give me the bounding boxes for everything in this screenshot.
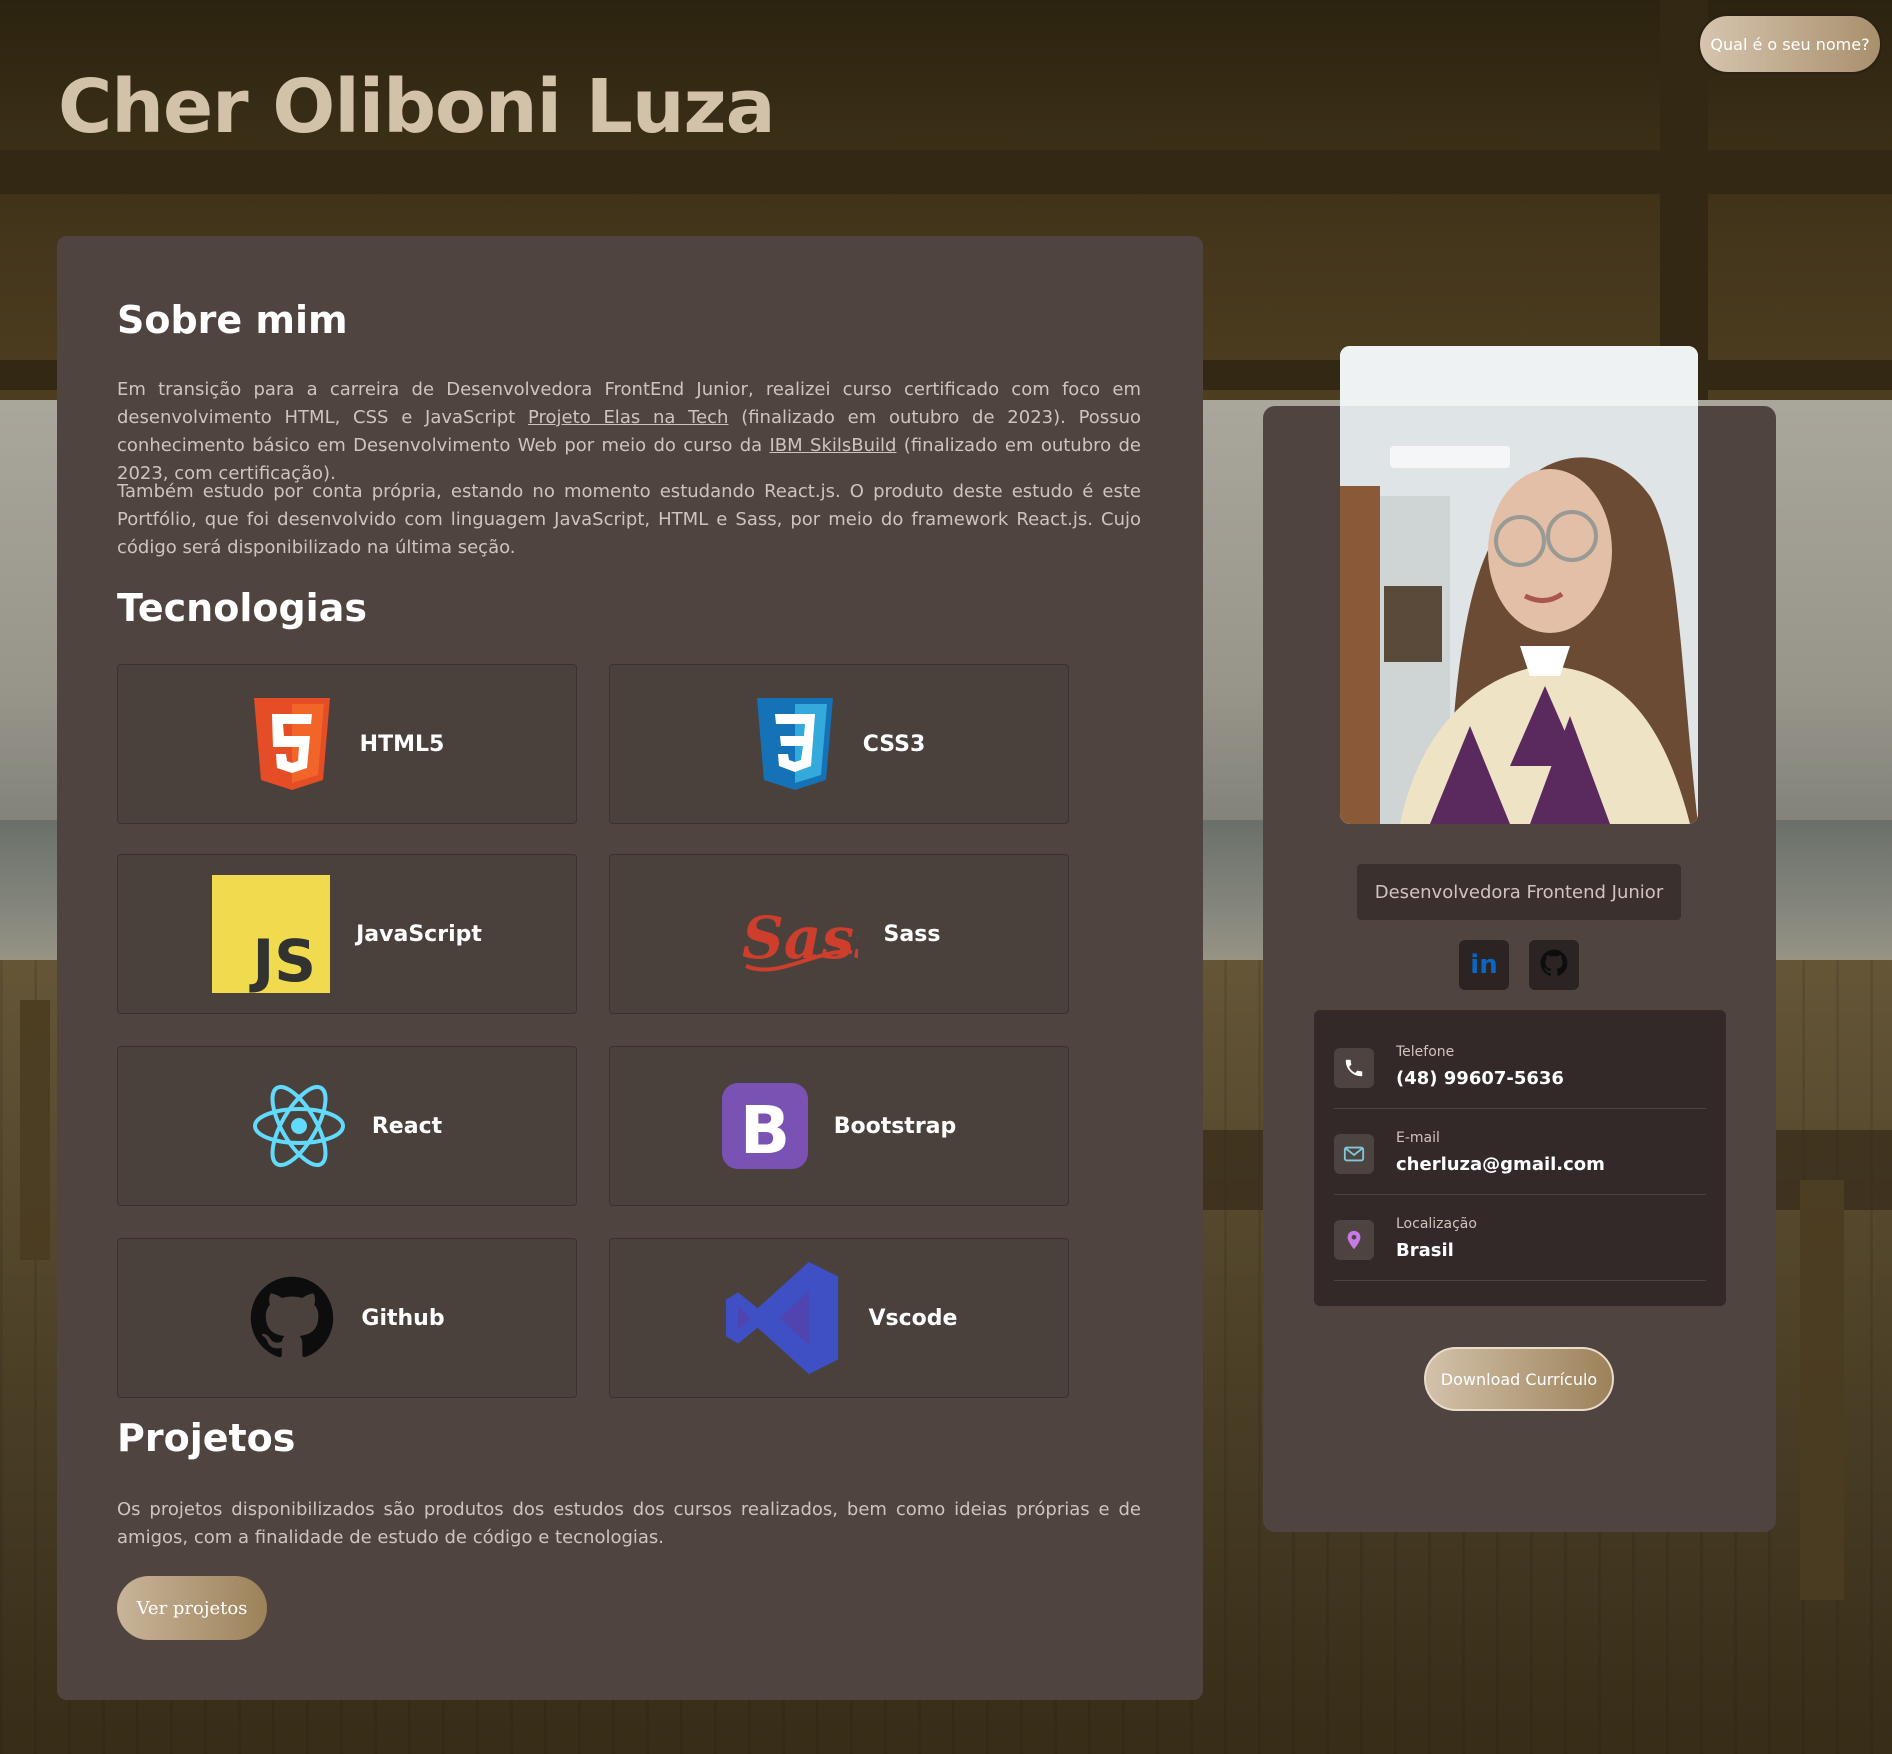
page-title: Cher Oliboni Luza [58,64,776,150]
linkedin-icon: in [1470,949,1498,981]
tech-tile-css3: CSS3 [609,664,1069,824]
tech-tile-github: Github [117,1238,577,1398]
contact-value: Brasil [1396,1240,1454,1261]
javascript-icon: JS [212,875,331,993]
sass-icon: Sass [738,888,858,980]
tech-label: Vscode [868,1305,958,1331]
contact-label: E-mail [1396,1130,1440,1146]
svg-text:JS: JS [249,927,316,993]
projects-heading: Projetos [117,1416,296,1460]
svg-text:in: in [1470,950,1497,977]
about-paragraph-1: Em transição para a carreira de Desenvol… [117,376,1141,488]
github-icon [1540,949,1568,981]
contact-email: E-mail cherluza@gmail.com [1334,1108,1706,1195]
tech-tile-bootstrap: B Bootstrap [609,1046,1069,1206]
linkedin-button[interactable]: in [1459,940,1509,990]
contact-list: Telefone (48) 99607-5636 E-mail cherluza… [1314,1010,1726,1306]
contact-value: cherluza@gmail.com [1396,1154,1605,1175]
contact-location: Localização Brasil [1334,1194,1706,1281]
tech-label: Github [361,1305,445,1331]
main-card: Sobre mim Em transição para a carreira d… [57,236,1203,1700]
svg-text:B: B [740,1092,790,1169]
tech-tile-vscode: Vscode [609,1238,1069,1398]
tech-label: Sass [883,921,941,947]
mail-icon [1334,1134,1374,1174]
tech-label: React [371,1113,443,1139]
about-paragraph-2: Também estudo por conta própria, estando… [117,481,1141,558]
profile-photo [1340,346,1698,824]
about-heading: Sobre mim [117,298,348,342]
elas-na-tech-link[interactable]: Projeto Elas na Tech [528,407,728,428]
view-projects-button[interactable]: Ver projetos [117,1576,267,1640]
tech-tile-react: React [117,1046,577,1206]
tech-label: HTML5 [359,731,445,757]
projects-text: Os projetos disponibilizados são produto… [117,1499,1141,1548]
name-prompt-button[interactable]: Qual é o seu nome? [1698,14,1882,74]
vscode-icon [721,1257,843,1379]
tech-label: JavaScript [356,921,482,947]
contact-label: Localização [1396,1216,1477,1232]
react-icon [252,1083,346,1169]
location-icon [1334,1220,1374,1260]
role-badge: Desenvolvedora Frontend Junior [1357,864,1681,920]
contact-phone: Telefone (48) 99607-5636 [1334,1022,1706,1109]
contact-value: (48) 99607-5636 [1396,1068,1564,1089]
tech-label: Bootstrap [833,1113,957,1139]
contact-label: Telefone [1396,1044,1455,1060]
tech-tile-sass: Sass Sass [609,854,1069,1014]
github-profile-button[interactable] [1529,940,1579,990]
tech-tile-html5: HTML5 [117,664,577,824]
download-resume-button[interactable]: Download Currículo [1424,1347,1614,1411]
bootstrap-icon: B [721,1083,808,1169]
html5-icon [250,696,334,792]
phone-icon [1334,1048,1374,1088]
technologies-heading: Tecnologias [117,586,367,630]
css3-icon [753,696,837,792]
tech-tile-javascript: JS JavaScript [117,854,577,1014]
ibm-skillsbuild-link[interactable]: IBM SkilsBuild [770,435,897,456]
github-icon [249,1275,335,1361]
tech-label: CSS3 [862,731,926,757]
